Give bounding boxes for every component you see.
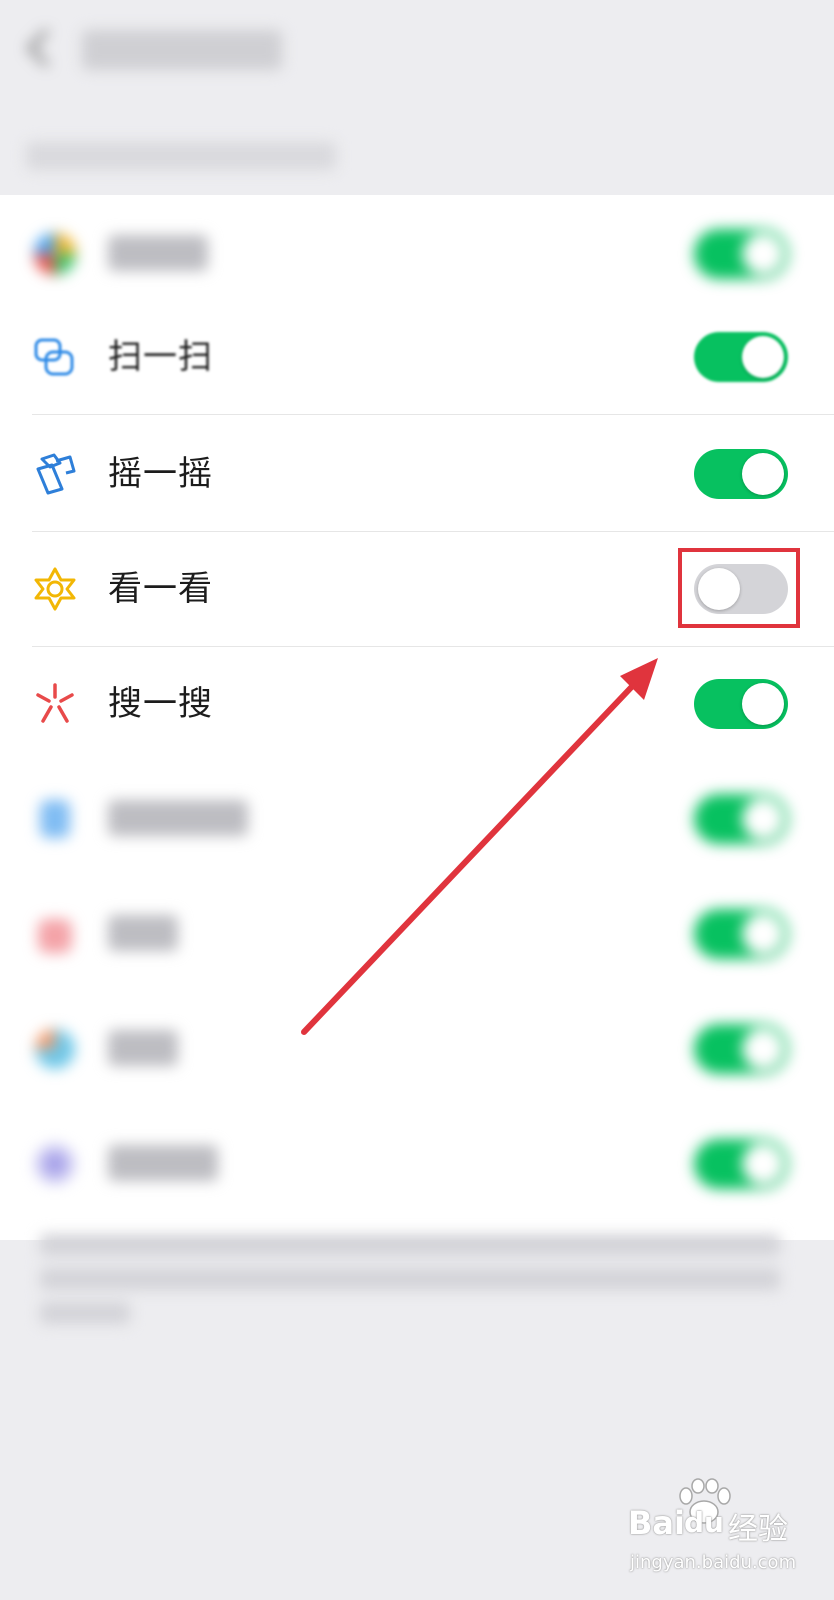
top-bar — [0, 0, 834, 100]
list-item-label — [108, 915, 178, 951]
toggle-switch[interactable] — [694, 794, 788, 844]
watermark-brand: Bai — [628, 1504, 685, 1542]
list-item-search[interactable]: 搜一搜 — [0, 645, 834, 762]
games-icon — [32, 1026, 78, 1072]
watermark-url: jingyan.baidu.com — [630, 1552, 797, 1573]
toggle-switch[interactable] — [694, 1024, 788, 1074]
shop-icon — [32, 911, 78, 957]
shake-toggle[interactable] — [694, 449, 788, 499]
back-icon[interactable] — [22, 28, 56, 68]
list-item-label — [108, 800, 248, 836]
mini-program-icon — [32, 1141, 78, 1187]
scan-icon — [32, 334, 78, 380]
highlight-box — [678, 548, 800, 628]
list-item-label: 搜一搜 — [108, 684, 213, 724]
section-hint — [26, 142, 336, 170]
discover-settings-list: 扫一扫 摇一摇 看一看 搜一搜 — [0, 195, 834, 1240]
list-item-label: 看一看 — [108, 569, 213, 609]
toggle-switch[interactable] — [694, 1139, 788, 1189]
search-icon — [32, 681, 78, 727]
list-item-scan[interactable]: 扫一扫 — [0, 298, 834, 415]
watermark-logo: Bai du 经验 jingyan.baidu.com — [628, 1478, 798, 1584]
search-toggle[interactable] — [694, 679, 788, 729]
list-item — [0, 195, 834, 312]
list-item — [0, 875, 834, 992]
list-item — [0, 990, 834, 1107]
list-item-label — [108, 1145, 218, 1181]
watermark-brand-du: du — [684, 1506, 724, 1539]
watermark-cn: 经验 — [728, 1512, 788, 1547]
list-item-label — [108, 1030, 178, 1066]
list-item-shake[interactable]: 摇一摇 — [0, 415, 834, 532]
list-item-label: 扫一扫 — [108, 337, 213, 377]
shake-icon — [32, 451, 78, 497]
list-item-label: 摇一摇 — [108, 454, 213, 494]
look-icon — [32, 566, 78, 612]
toggle-switch[interactable] — [694, 909, 788, 959]
toggle-switch[interactable] — [694, 229, 788, 279]
scan-toggle[interactable] — [694, 332, 788, 382]
list-item — [0, 760, 834, 877]
nearby-icon — [32, 796, 78, 842]
footer-hint — [40, 1234, 790, 1336]
page-title — [82, 30, 282, 70]
moments-icon — [32, 231, 78, 277]
list-item-label — [108, 235, 208, 271]
list-item — [0, 1105, 834, 1222]
